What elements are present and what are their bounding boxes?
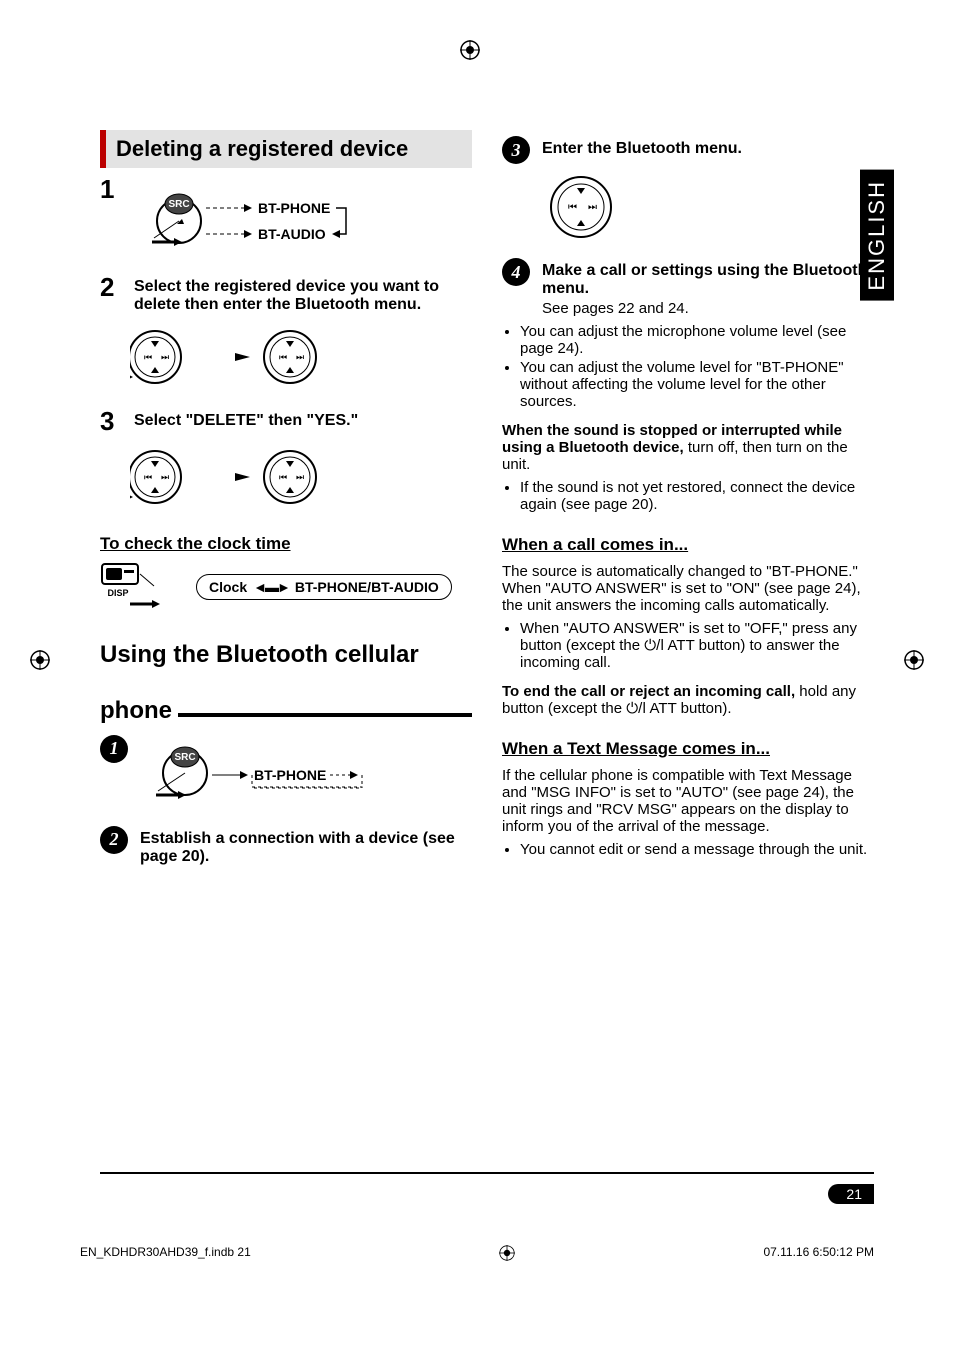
text-msg-bullets: You cannot edit or send a message throug…	[502, 841, 874, 858]
svg-text:⏮: ⏮	[279, 352, 287, 362]
step-2-illustration: ⏮ ⏭ ⏮ ⏭	[130, 322, 472, 392]
cstep-3-illustration: ⏮ ⏭	[546, 172, 874, 242]
content-columns: Deleting a registered device 1 SRC	[100, 130, 874, 872]
svg-text:⏭: ⏭	[588, 202, 597, 213]
svg-text:⏭: ⏭	[296, 352, 304, 362]
end-call-para: To end the call or reject an incoming ca…	[502, 683, 874, 717]
main-heading-line2-row: phone	[100, 698, 472, 724]
power-att-icon: ⏻/ǀ	[626, 700, 646, 717]
page: ENGLISH Deleting a registered device 1 S…	[0, 0, 954, 1354]
clock-row: DISP Clock ◄▬► BT-PHONE/BT-AUDIO	[100, 562, 472, 612]
cstep-1-illustration: SRC BT-PHONE	[140, 735, 370, 820]
disp-button-icon: DISP	[100, 562, 180, 612]
call-para: The source is automatically changed to "…	[502, 563, 874, 614]
step-3-text: Select "DELETE" then "YES."	[134, 408, 472, 430]
step-number: 2	[100, 274, 124, 300]
svg-text:⏮: ⏮	[144, 472, 152, 482]
crop-mark-icon	[460, 40, 480, 66]
step-number: 3	[100, 408, 124, 434]
circle-number: 3	[502, 136, 530, 164]
text-msg-heading: When a Text Message comes in...	[502, 739, 874, 759]
src-label: SRC	[168, 199, 189, 210]
cstep-2-text: Establish a connection with a device (se…	[140, 826, 472, 866]
call-heading: When a call comes in...	[502, 535, 874, 555]
right-column: 3 Enter the Bluetooth menu. ⏮ ⏭ 4 Make a…	[502, 130, 874, 872]
circle-number: 2	[100, 826, 128, 854]
step-2-text: Select the registered device you want to…	[134, 274, 472, 314]
crop-mark-icon	[30, 650, 50, 676]
heading-rule	[178, 713, 472, 717]
list-item: You cannot edit or send a message throug…	[520, 841, 874, 858]
text-msg-para: If the cellular phone is compatible with…	[502, 767, 874, 835]
circle-number: 4	[502, 258, 530, 286]
call-bullets: When "AUTO ANSWER" is set to "OFF," pres…	[502, 620, 874, 671]
svg-text:⏮: ⏮	[568, 202, 577, 213]
crop-mark-icon	[904, 650, 924, 676]
cstep-4-text: Make a call or settings using the Blueto…	[542, 258, 874, 317]
clock-heading: To check the clock time	[100, 534, 472, 554]
double-arrow-icon: ◄▬►	[253, 579, 289, 595]
svg-text:⏮: ⏮	[144, 352, 152, 362]
cstep-1: 1 SRC BT-PHONE	[100, 735, 472, 820]
list-item: If the sound is not yet restored, connec…	[520, 479, 874, 513]
clock-pill-right: BT-PHONE/BT-AUDIO	[295, 579, 439, 595]
footer-left: EN_KDHDR30AHD39_f.indb 21	[80, 1245, 251, 1264]
list-item: When "AUTO ANSWER" is set to "OFF," pres…	[520, 620, 874, 671]
interrupt-para: When the sound is stopped or interrupted…	[502, 422, 874, 473]
section-title: Deleting a registered device	[100, 130, 472, 168]
svg-text:⏭: ⏭	[296, 472, 304, 482]
power-att-icon: ⏻/ǀ	[644, 637, 664, 654]
bt-audio-label: BT-AUDIO	[258, 226, 326, 242]
step-number: 1	[100, 176, 124, 202]
main-heading-line1: Using the Bluetooth cellular	[100, 642, 472, 668]
bt-phone-label: BT-PHONE	[258, 200, 330, 216]
clock-pill-left: Clock	[209, 579, 247, 595]
svg-text:⏭: ⏭	[161, 472, 169, 482]
cstep-3: 3 Enter the Bluetooth menu.	[502, 136, 874, 164]
svg-text:⏭: ⏭	[161, 352, 169, 362]
step-3-illustration: ⏮ ⏭ ⏮ ⏭	[130, 442, 472, 512]
crop-mark-icon	[499, 1245, 515, 1264]
main-heading-line2: phone	[100, 698, 172, 724]
cstep-4: 4 Make a call or settings using the Blue…	[502, 258, 874, 317]
cstep-2: 2 Establish a connection with a device (…	[100, 826, 472, 866]
svg-text:DISP: DISP	[107, 588, 128, 598]
page-number: 21	[828, 1184, 874, 1204]
step-3: 3 Select "DELETE" then "YES."	[100, 408, 472, 434]
language-tab: ENGLISH	[860, 170, 894, 301]
cstep-3-text: Enter the Bluetooth menu.	[542, 136, 874, 158]
list-item: You can adjust the volume level for "BT-…	[520, 359, 874, 410]
list-item: You can adjust the microphone volume lev…	[520, 323, 874, 357]
step-1: 1 SRC	[100, 176, 472, 266]
bullets-a: You can adjust the microphone volume lev…	[502, 323, 874, 410]
svg-text:BT-PHONE: BT-PHONE	[254, 767, 326, 783]
step-1-illustration: SRC BT-PHONE BT-AUDIO	[134, 176, 394, 266]
bottom-rule	[100, 1172, 874, 1174]
footer: EN_KDHDR30AHD39_f.indb 21 07.11.16 6:50:…	[80, 1245, 874, 1264]
left-column: Deleting a registered device 1 SRC	[100, 130, 472, 872]
footer-right: 07.11.16 6:50:12 PM	[763, 1245, 874, 1264]
clock-pill: Clock ◄▬► BT-PHONE/BT-AUDIO	[196, 574, 452, 600]
interrupt-bullets: If the sound is not yet restored, connec…	[502, 479, 874, 513]
circle-number: 1	[100, 735, 128, 763]
cstep-4-sub: See pages 22 and 24.	[542, 300, 874, 317]
svg-text:SRC: SRC	[174, 752, 195, 763]
svg-text:⏮: ⏮	[279, 472, 287, 482]
step-2: 2 Select the registered device you want …	[100, 274, 472, 314]
